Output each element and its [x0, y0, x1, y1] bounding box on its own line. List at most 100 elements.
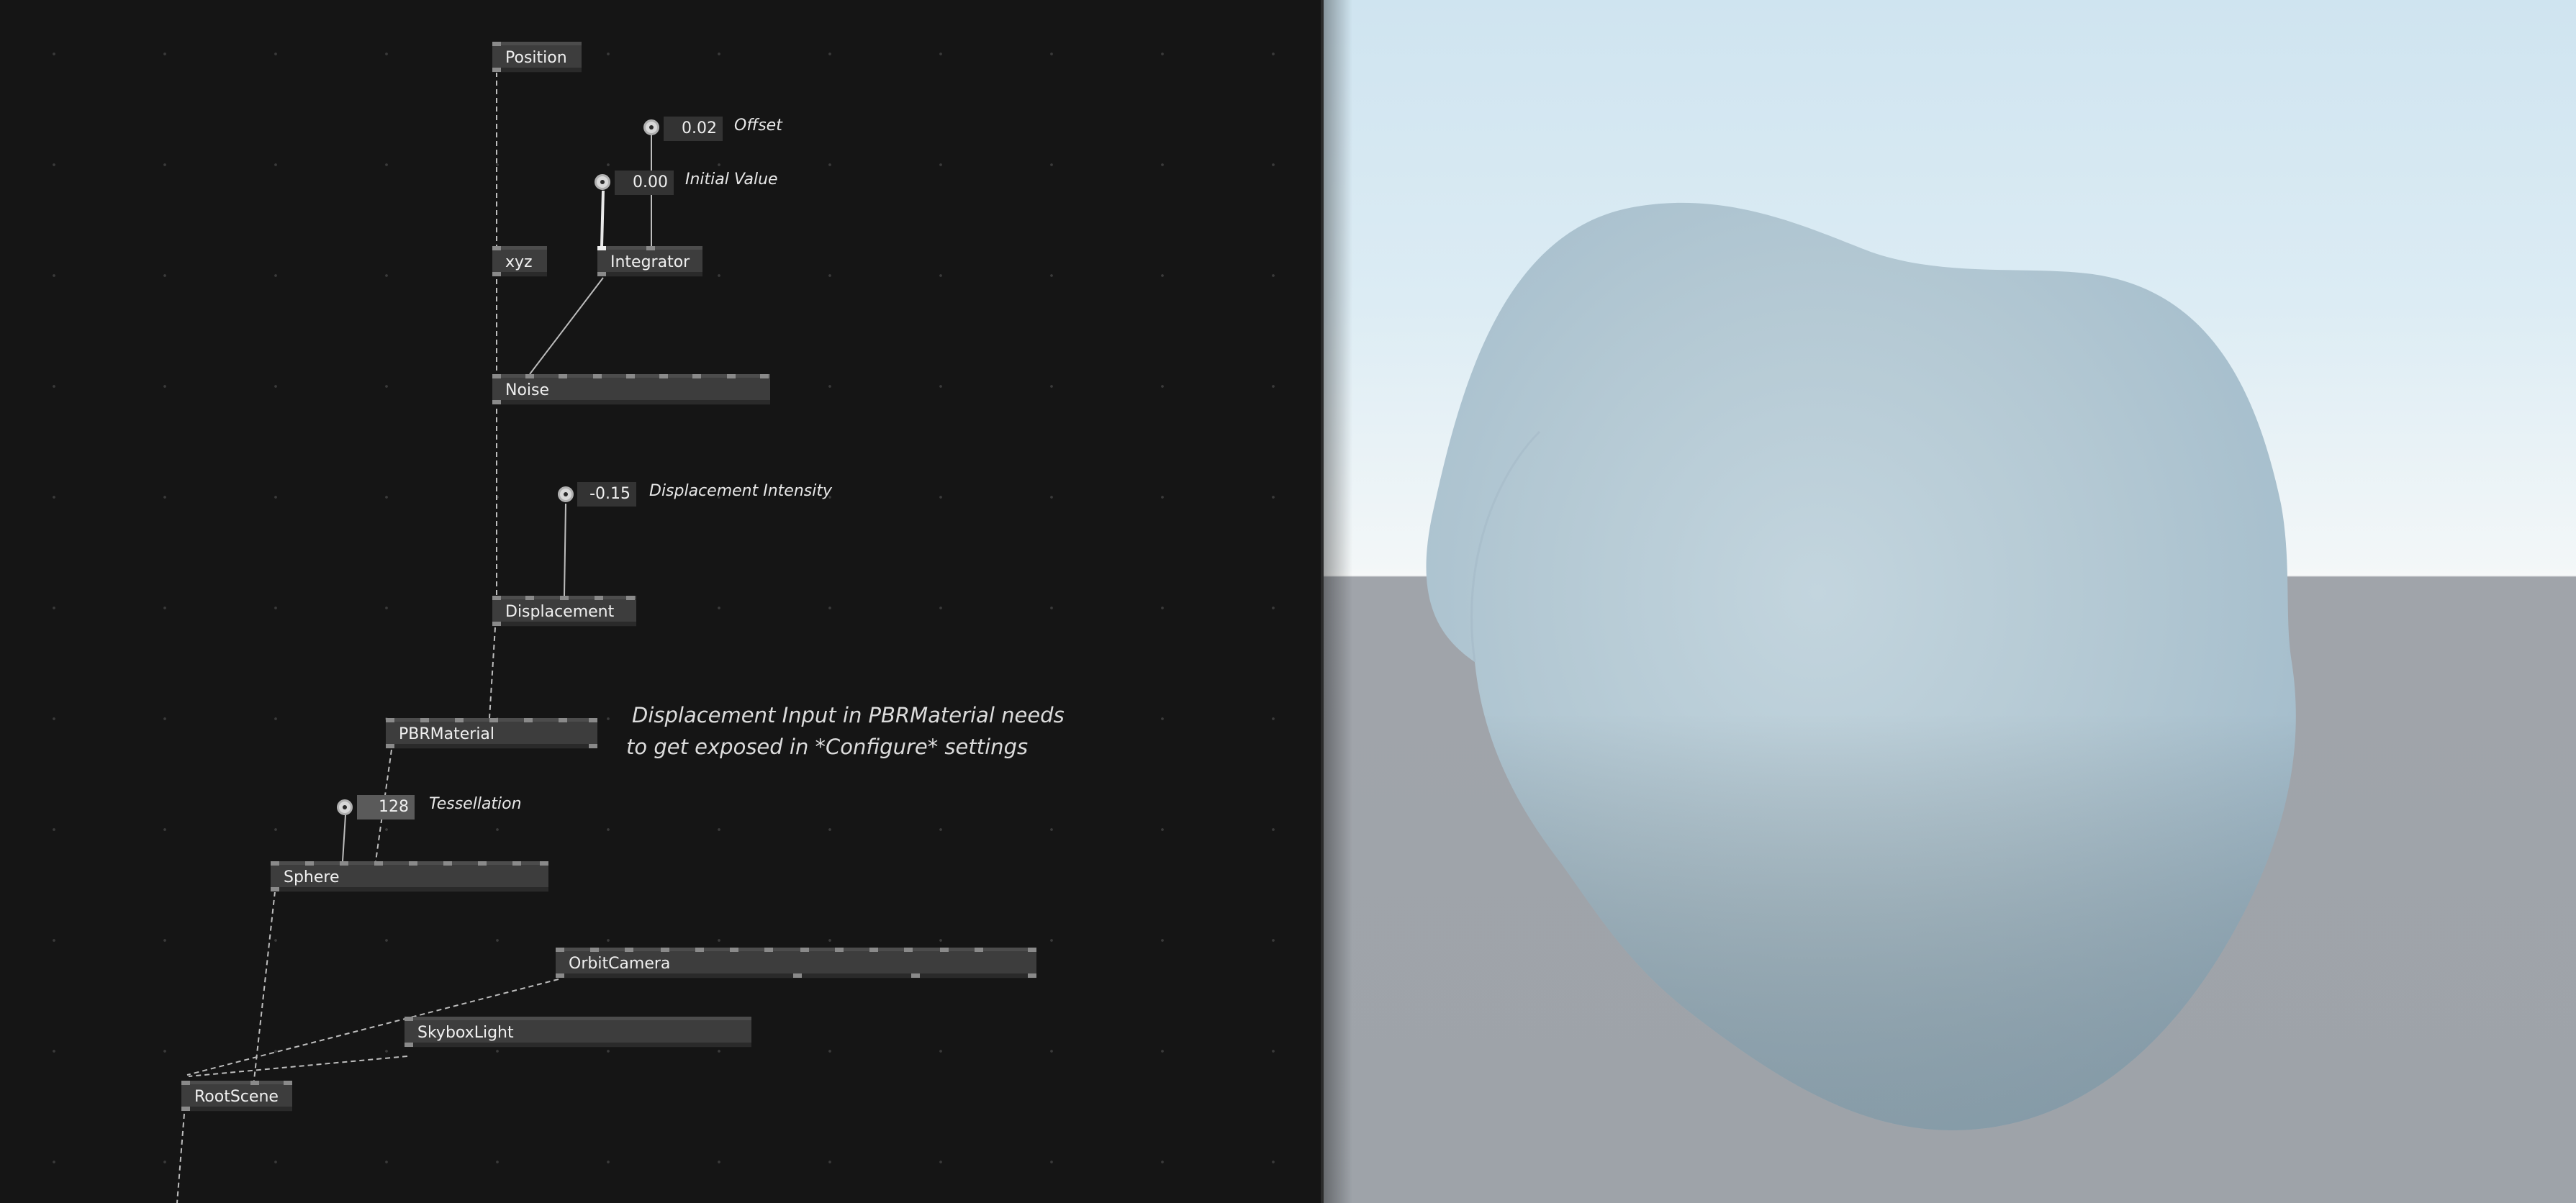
node-pin[interactable] — [386, 744, 394, 748]
link-displacement-pbr — [489, 627, 496, 719]
node-orbitcamera[interactable]: OrbitCamera — [556, 948, 1036, 978]
comment-line-1: Displacement Input in PBRMaterial needs — [632, 703, 1065, 727]
node-pin[interactable] — [492, 374, 501, 378]
node-pin[interactable] — [593, 374, 602, 378]
node-pin[interactable] — [525, 374, 534, 378]
tessellation-label: Tessellation — [429, 795, 522, 813]
node-pin[interactable] — [271, 861, 279, 866]
node-pin[interactable] — [559, 718, 567, 722]
node-pin[interactable] — [556, 973, 564, 978]
node-sphere[interactable]: Sphere — [271, 861, 548, 891]
node-pin[interactable] — [589, 718, 597, 722]
displacement-intensity-pin-knob[interactable] — [558, 486, 574, 502]
initial-value-pin-knob[interactable] — [595, 174, 610, 190]
node-rootscene[interactable]: RootScene — [181, 1081, 292, 1111]
tessellation-iobox[interactable]: 128 — [357, 795, 415, 820]
node-pin[interactable] — [540, 861, 548, 866]
node-position[interactable]: Position — [492, 42, 582, 72]
node-pin[interactable] — [525, 596, 534, 600]
node-pin[interactable] — [904, 948, 913, 952]
displaced-sphere-render — [1426, 202, 2296, 1130]
node-pin[interactable] — [760, 374, 769, 378]
node-pin[interactable] — [625, 948, 633, 952]
node-pin[interactable] — [597, 246, 606, 250]
node-pin[interactable] — [492, 246, 501, 250]
node-pin[interactable] — [478, 861, 487, 866]
patch-editor[interactable]: Position xyz Integrator Noise Displaceme… — [0, 0, 1321, 1203]
render-viewport[interactable] — [1324, 0, 2576, 1203]
link-tess-sphere — [342, 814, 346, 862]
link-integrator-noise — [529, 277, 604, 375]
node-pin[interactable] — [489, 718, 498, 722]
link-initial-integrator — [600, 190, 605, 247]
node-pin[interactable] — [374, 861, 383, 866]
node-pin[interactable] — [692, 374, 701, 378]
node-pin[interactable] — [835, 948, 844, 952]
node-pin[interactable] — [512, 861, 521, 866]
node-pin[interactable] — [524, 718, 533, 722]
node-pin[interactable] — [443, 861, 452, 866]
node-pin[interactable] — [659, 374, 668, 378]
node-pin[interactable] — [589, 744, 597, 748]
node-pin[interactable] — [626, 596, 635, 600]
node-pin[interactable] — [492, 272, 501, 276]
offset-label: Offset — [734, 117, 782, 135]
node-pin[interactable] — [556, 948, 564, 952]
node-pin[interactable] — [1028, 973, 1036, 978]
node-pin[interactable] — [250, 1081, 259, 1085]
node-pin[interactable] — [340, 861, 348, 866]
node-xyz[interactable]: xyz — [492, 246, 547, 276]
displacement-intensity-label: Displacement Intensity — [649, 482, 832, 500]
node-pin[interactable] — [405, 1043, 413, 1047]
node-pin[interactable] — [597, 272, 606, 276]
node-pin[interactable] — [646, 246, 655, 250]
node-pin[interactable] — [386, 718, 394, 722]
displacement-intensity-iobox[interactable]: -0.15 — [577, 482, 636, 507]
node-pin[interactable] — [181, 1081, 190, 1085]
node-pin[interactable] — [284, 1081, 292, 1085]
link-intensity-displacement — [564, 503, 566, 596]
node-pin[interactable] — [409, 861, 417, 866]
offset-iobox[interactable]: 0.02 — [664, 117, 723, 141]
node-noise[interactable]: Noise — [492, 374, 770, 404]
node-pin[interactable] — [181, 1107, 190, 1111]
offset-pin-knob[interactable] — [643, 119, 659, 135]
node-pin[interactable] — [869, 948, 878, 952]
viewport-edge-shadow — [1324, 0, 1352, 1203]
patch-comment[interactable]: Displacement Input in PBRMaterial needs … — [626, 699, 1065, 763]
node-pin[interactable] — [911, 973, 920, 978]
node-pin[interactable] — [730, 948, 738, 952]
node-skyboxlight[interactable]: SkyboxLight — [405, 1017, 751, 1047]
node-pin[interactable] — [727, 374, 736, 378]
node-pin[interactable] — [793, 973, 802, 978]
node-pin[interactable] — [455, 718, 464, 722]
initial-value-label: Initial Value — [685, 171, 778, 189]
node-pin[interactable] — [661, 948, 669, 952]
tessellation-pin-knob[interactable] — [337, 799, 353, 815]
node-pin[interactable] — [695, 948, 704, 952]
node-pin[interactable] — [271, 887, 279, 891]
node-pin[interactable] — [420, 718, 429, 722]
node-pin[interactable] — [492, 400, 501, 404]
node-pin[interactable] — [560, 596, 569, 600]
node-pin[interactable] — [1028, 948, 1036, 952]
node-pin[interactable] — [595, 596, 603, 600]
node-pin[interactable] — [405, 1017, 413, 1021]
node-pin[interactable] — [305, 861, 314, 866]
node-pin[interactable] — [492, 596, 501, 600]
node-pin[interactable] — [559, 374, 567, 378]
node-displacement[interactable]: Displacement — [492, 596, 636, 626]
node-pin[interactable] — [492, 68, 501, 72]
node-integrator[interactable]: Integrator — [597, 246, 702, 276]
node-pin[interactable] — [800, 948, 809, 952]
node-pin[interactable] — [590, 948, 599, 952]
node-pin[interactable] — [764, 948, 773, 952]
node-pin[interactable] — [940, 948, 949, 952]
node-pin[interactable] — [626, 374, 635, 378]
node-pin[interactable] — [975, 948, 983, 952]
node-pin[interactable] — [492, 622, 501, 626]
node-pin[interactable] — [492, 42, 501, 46]
link-rootscene-down — [176, 1113, 185, 1203]
node-pbrmaterial[interactable]: PBRMaterial — [386, 718, 597, 748]
initial-value-iobox[interactable]: 0.00 — [615, 171, 674, 195]
